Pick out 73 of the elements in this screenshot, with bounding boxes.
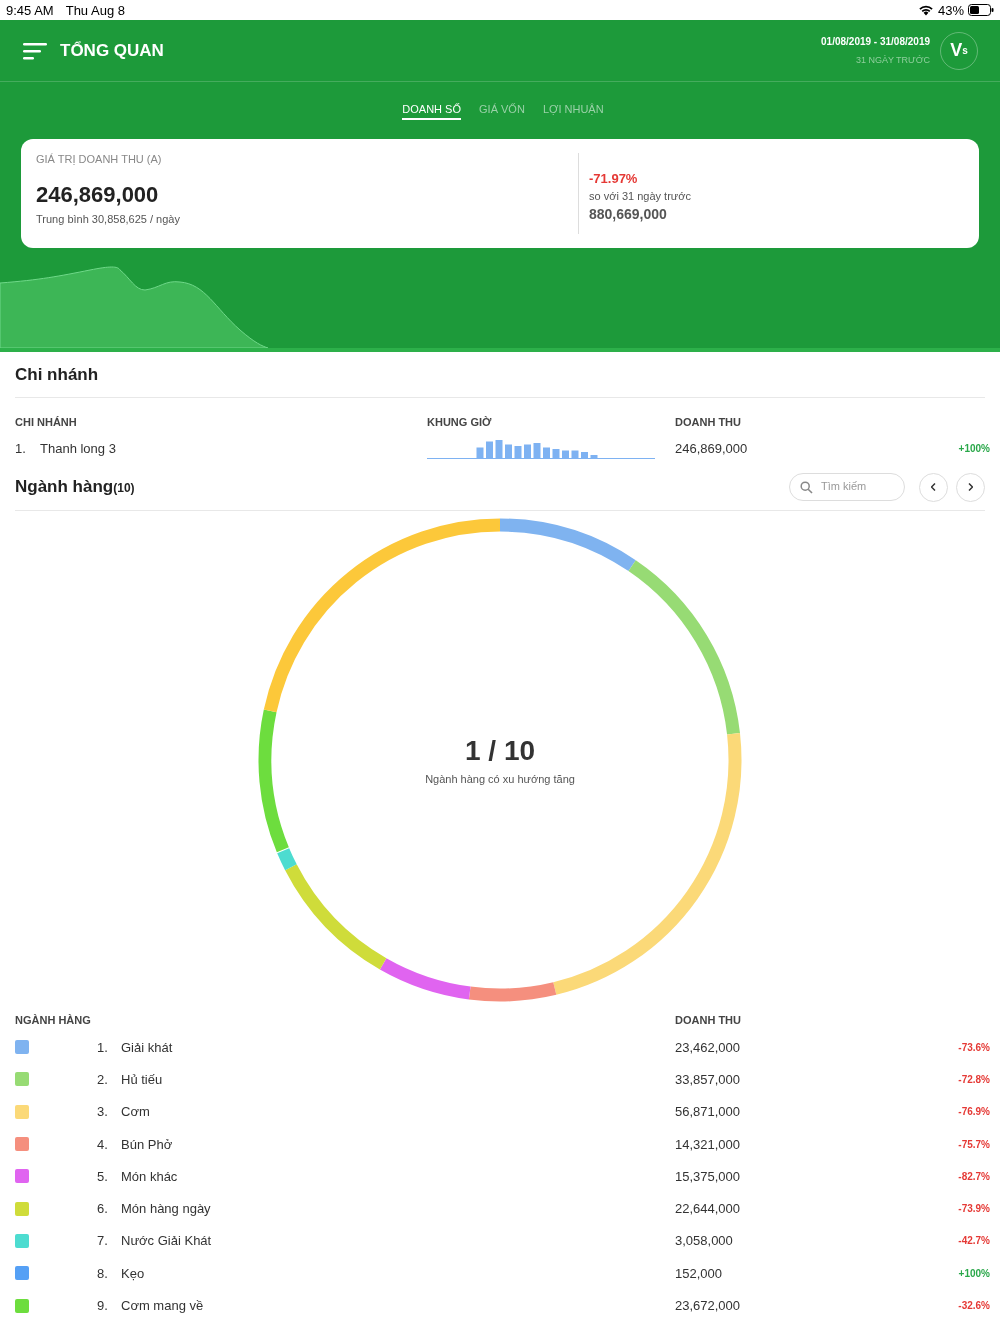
change-percent: -71.97% — [589, 171, 638, 186]
change-percent: -32.6% — [958, 1300, 990, 1311]
search-field[interactable]: Tìm kiếm — [789, 473, 905, 501]
column-header: NGÀNH HÀNG — [15, 1014, 92, 1026]
summary-label: GIÁ TRỊ DOANH THU (A) — [36, 153, 162, 165]
average-text: Trung bình 30,858,625 / ngày — [36, 213, 180, 225]
chevron-right-icon — [968, 483, 973, 491]
column-header: DOANH THU — [675, 416, 742, 428]
change-percent: +100% — [958, 1267, 990, 1279]
status-date: Thu Aug 8 — [65, 2, 125, 18]
category-name: Món khác — [121, 1168, 179, 1184]
row-index: 8. — [97, 1265, 109, 1281]
compare-label: so với 31 ngày trước — [589, 190, 691, 202]
change-percent: +100% — [958, 443, 990, 454]
category-name: Bún Phở — [121, 1136, 174, 1152]
row-index: 2. — [97, 1071, 109, 1087]
column-header: KHUNG GIỜ — [427, 416, 493, 428]
category-name: Cơm — [121, 1104, 151, 1120]
status-time: 9:45 AM — [6, 2, 54, 18]
category-revenue: 33,857,000 — [675, 1071, 742, 1087]
tab[interactable]: LỢI NHUẬN — [542, 101, 604, 120]
category-name: Hủ tiếu — [121, 1071, 164, 1087]
period-label: 31 NGÀY TRƯỚC — [855, 55, 930, 65]
battery-icon — [968, 4, 994, 16]
battery-percent: 43% — [937, 2, 964, 18]
change-percent: -72.8% — [958, 1073, 990, 1085]
tab[interactable]: GIÁ VỐN — [479, 101, 525, 120]
category-revenue: 22,644,000 — [675, 1201, 742, 1217]
category-name: Nước Giải Khát — [121, 1233, 213, 1249]
category-name: Cơm mang về — [121, 1298, 205, 1313]
category-revenue: 23,672,000 — [675, 1298, 742, 1313]
row-index: 1. — [15, 441, 27, 456]
change-percent: -73.6% — [958, 1041, 990, 1053]
category-name: Món hàng ngày — [121, 1201, 212, 1217]
category-name: Kẹo — [121, 1265, 146, 1281]
category-revenue: 152,000 — [675, 1265, 723, 1281]
search-icon — [800, 481, 813, 494]
row-index: 4. — [97, 1136, 109, 1152]
previous-button[interactable] — [919, 472, 948, 502]
section-title: Ngành hàng(10) — [15, 477, 135, 497]
branch-revenue: 246,869,000 — [675, 441, 749, 456]
date-range[interactable]: 01/08/2019 - 31/08/2019 — [821, 36, 930, 47]
row-index: 5. — [97, 1168, 109, 1184]
change-percent: -75.7% — [958, 1138, 990, 1150]
donut-center-value: 1 / 10 — [464, 735, 536, 767]
tab[interactable]: DOANH SỐ — [402, 101, 462, 120]
change-percent: -73.9% — [958, 1203, 990, 1215]
row-index: 9. — [97, 1298, 109, 1313]
category-name: Giải khát — [121, 1039, 174, 1055]
column-header: CHI NHÁNH — [15, 416, 78, 428]
row-index: 1. — [97, 1039, 109, 1055]
wifi-icon — [917, 4, 934, 16]
change-percent: -42.7% — [958, 1235, 990, 1247]
next-button[interactable] — [956, 472, 985, 502]
previous-value: 880,669,000 — [589, 206, 667, 222]
category-revenue: 14,321,000 — [675, 1136, 742, 1152]
change-percent: -76.9% — [958, 1106, 990, 1118]
change-percent: -82.7% — [958, 1170, 990, 1182]
row-index: 3. — [97, 1104, 109, 1120]
section-title: Chi nhánh — [15, 352, 985, 398]
chevron-left-icon — [931, 483, 936, 491]
menu-icon[interactable] — [23, 41, 47, 60]
donut-center-label: Ngành hàng có xu hướng tăng — [425, 773, 575, 785]
category-revenue: 56,871,000 — [675, 1104, 742, 1120]
page-title: TỔNG QUAN — [60, 40, 164, 61]
category-revenue: 15,375,000 — [675, 1168, 742, 1184]
branch-name: Thanh long 3 — [40, 441, 116, 456]
column-header: DOANH THU — [675, 1014, 742, 1026]
category-revenue: 3,058,000 — [675, 1233, 734, 1249]
category-revenue: 23,462,000 — [675, 1039, 742, 1055]
revenue-value: 246,869,000 — [36, 182, 159, 208]
row-index: 6. — [97, 1201, 109, 1217]
row-index: 7. — [97, 1233, 109, 1249]
